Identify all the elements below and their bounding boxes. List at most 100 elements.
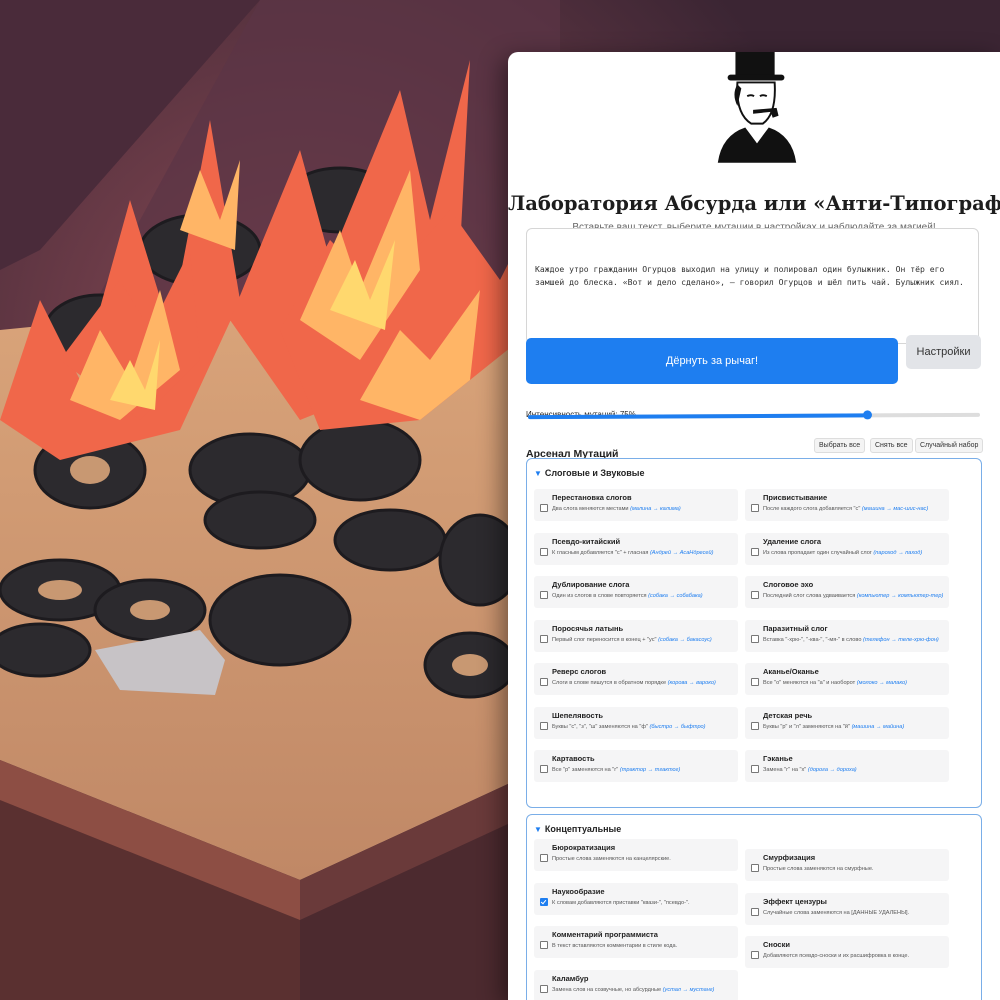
settings-button[interactable]: Настройки bbox=[906, 335, 981, 369]
mutation-description: Буквы "с", "з", "ш" заменяются на "ф" (б… bbox=[552, 724, 706, 730]
mutation-name: Сноски bbox=[763, 940, 790, 949]
mutation-checkbox[interactable] bbox=[751, 591, 759, 599]
mutation-description-text: Слоги в слове пишутся в обратном порядке bbox=[552, 680, 667, 686]
mutation-option[interactable]: Бюрократизация Простые слова заменяются н… bbox=[534, 839, 738, 871]
mutation-checkbox[interactable] bbox=[540, 591, 548, 599]
mutation-checkbox[interactable] bbox=[751, 678, 759, 686]
mutation-description: Все "о" меняются на "а" и наоборот (моло… bbox=[763, 680, 907, 686]
mutation-name: Комментарий программиста bbox=[552, 930, 658, 939]
mutation-option[interactable]: Слоговое эхо Последний слог слова удваива… bbox=[745, 576, 949, 608]
mutation-option[interactable]: Каламбур Замена слов на созвучные, но абс… bbox=[534, 969, 738, 1000]
mutation-description-text: Два слога меняются местами bbox=[552, 506, 629, 512]
mutation-example: (малина → калима) bbox=[630, 506, 681, 512]
mutation-checkbox[interactable] bbox=[540, 854, 548, 862]
mutation-checkbox[interactable] bbox=[751, 907, 759, 916]
mutation-checkbox[interactable] bbox=[540, 984, 548, 993]
mutation-description: Первый слог переносится в конец + "ус" (… bbox=[552, 637, 712, 643]
mutation-description-text: Замена слов на созвучные, но абсурдные bbox=[552, 986, 662, 993]
text-input[interactable]: Каждое утро гражданин Огурцов выходил на… bbox=[526, 228, 979, 344]
mutation-checkbox[interactable] bbox=[751, 547, 759, 556]
intensity-slider-thumb[interactable] bbox=[862, 410, 873, 420]
mutation-checkbox[interactable] bbox=[540, 547, 548, 556]
mutation-name: Картавость bbox=[552, 754, 595, 763]
mutation-checkbox[interactable] bbox=[751, 951, 759, 959]
mutation-option[interactable]: Аканье/Оканье Все "о" меняются на "а" и н… bbox=[745, 663, 949, 695]
mutation-checkbox[interactable] bbox=[751, 721, 759, 730]
section-toggle[interactable]: ▼ Слоговые и Звуковые bbox=[534, 468, 644, 478]
mutation-description-text: Первый слог переносится в конец + "ус" bbox=[552, 636, 657, 643]
mutation-option[interactable]: Наукообразие К словам добавляются пристав… bbox=[534, 882, 738, 915]
mutation-name: Слоговое эхо bbox=[763, 580, 814, 589]
mutation-example: (Андрей → АсаНдресей) bbox=[649, 549, 714, 556]
app-panel: Лаборатория Абсурда или «Анти-Типограф» … bbox=[508, 52, 1000, 1000]
mutation-section: ▼ Концептуальные Бюрократизация Простые сло… bbox=[526, 814, 982, 1000]
mutation-option[interactable]: Реверс слогов Слоги в слове пишутся в обр… bbox=[534, 663, 738, 695]
mutation-option[interactable]: Картавость Все "р" заменяются на "г" (тра… bbox=[534, 750, 738, 782]
mutation-checkbox[interactable] bbox=[751, 765, 759, 773]
mutation-checkbox[interactable] bbox=[751, 504, 759, 512]
select-all-button[interactable]: Выбрать все bbox=[814, 438, 866, 453]
mutation-option[interactable]: Эффект цензуры Случайные слова заменяются… bbox=[745, 892, 949, 925]
mutation-description: Замена "г" на "х" (дорога → дороха) bbox=[763, 767, 857, 773]
collapse-triangle-icon: ▼ bbox=[534, 469, 542, 478]
mutation-checkbox[interactable] bbox=[540, 897, 548, 906]
mutation-example: (быстро → быфтро) bbox=[649, 723, 706, 730]
mutation-name: Гэканье bbox=[763, 754, 793, 763]
mutation-example: (машина → майина) bbox=[851, 723, 905, 730]
mutation-example: (машина → мас-шис-нас) bbox=[861, 506, 929, 512]
mutation-checkbox[interactable] bbox=[751, 864, 759, 872]
mutation-checkbox[interactable] bbox=[540, 721, 548, 730]
mutation-name: Эффект цензуры bbox=[763, 896, 827, 906]
mutation-description-text: Все "о" меняются на "а" и наоборот bbox=[763, 680, 856, 686]
mutation-option[interactable]: Поросячья латынь Первый слог переносится … bbox=[534, 619, 738, 652]
mutation-description-text: Последний слог слова удваивается bbox=[763, 593, 856, 599]
mutation-option[interactable]: Удаление слога Из слова пропадает один сл… bbox=[745, 532, 949, 565]
mutation-description-text: К словам добавляются приставки "квази-",… bbox=[552, 899, 690, 906]
mutation-description-text: Буквы "р" и "л" заменяются на "й" bbox=[763, 723, 850, 730]
mutation-description: Все "р" заменяются на "г" (трактор → тга… bbox=[552, 767, 680, 773]
mutation-checkbox[interactable] bbox=[540, 634, 548, 643]
mutation-example: (трактор → тгактог) bbox=[619, 767, 681, 773]
pull-lever-button[interactable]: Дёрнуть за рычаг! bbox=[526, 338, 898, 384]
collapse-triangle-icon: ▼ bbox=[534, 825, 542, 834]
mutation-name: Бюрократизация bbox=[552, 843, 616, 852]
mutation-name: Перестановка слогов bbox=[552, 493, 632, 502]
mutation-name: Псевдо-китайский bbox=[552, 536, 621, 546]
mutation-description: Буквы "р" и "л" заменяются на "й" (машин… bbox=[763, 724, 904, 730]
mutation-checkbox[interactable] bbox=[751, 634, 759, 643]
page-title: Лаборатория Абсурда или «Анти-Типограф» bbox=[508, 192, 1000, 215]
mutation-example: (компьютер → компьютер-тер) bbox=[856, 593, 944, 599]
mutation-option[interactable]: Гэканье Замена "г" на "х" (дорога → дорох… bbox=[745, 750, 949, 782]
gentleman-logo bbox=[717, 52, 797, 163]
mutation-section: ▼ Слоговые и Звуковые Перестановка слогов Д… bbox=[526, 458, 982, 808]
mutation-name: Шепелявость bbox=[552, 710, 603, 720]
deselect-all-button[interactable]: Снять все bbox=[870, 438, 913, 453]
mutation-option[interactable]: Комментарий программиста В текст вставляю… bbox=[534, 926, 738, 958]
mutation-example: (устал → мустанг) bbox=[662, 986, 715, 993]
mutation-description: Простые слова заменяются на канцелярские… bbox=[552, 856, 671, 862]
mutation-option[interactable]: Смурфизация Простые слова заменяются на с… bbox=[745, 849, 949, 881]
mutation-option[interactable]: Присвистывание После каждого слога добавл… bbox=[745, 489, 949, 521]
mutation-option[interactable]: Псевдо-китайский К гласным добавляется "с… bbox=[534, 532, 738, 565]
mutation-option[interactable]: Дублирование слога Один из слогов в слове… bbox=[534, 576, 738, 608]
mutation-option[interactable]: Детская речь Буквы "р" и "л" заменяются н… bbox=[745, 706, 949, 739]
mutation-description-text: В текст вставляются комментарии в стиле … bbox=[552, 943, 678, 949]
mutation-description: Два слога меняются местами (малина → кал… bbox=[552, 506, 681, 512]
mutation-option[interactable]: Сноски Добавляются псевдо-сноски и их рас… bbox=[745, 936, 949, 968]
mutation-name: Аканье/Оканье bbox=[763, 667, 819, 676]
mutation-description-text: Буквы "с", "з", "ш" заменяются на "ф" bbox=[552, 723, 648, 730]
mutation-description-text: Замена "г" на "х" bbox=[763, 767, 807, 773]
mutation-checkbox[interactable] bbox=[540, 504, 548, 512]
section-toggle[interactable]: ▼ Концептуальные bbox=[534, 824, 621, 834]
mutation-checkbox[interactable] bbox=[540, 941, 548, 949]
mutation-option[interactable]: Шепелявость Буквы "с", "з", "ш" заменяютс… bbox=[534, 706, 738, 739]
mutation-description: Случайные слова заменяются на [ДАННЫЕ УД… bbox=[763, 910, 909, 916]
mutation-description: В текст вставляются комментарии в стиле … bbox=[552, 943, 677, 949]
mutation-option[interactable]: Перестановка слогов Два слога меняются ме… bbox=[534, 489, 738, 521]
random-set-button[interactable]: Случайный набор bbox=[915, 438, 984, 453]
mutation-example: (телефон → теле-хрю-фон) bbox=[863, 636, 939, 643]
mutation-option[interactable]: Паразитный слог Вставка "-хрю-", "-ква-",… bbox=[745, 619, 949, 652]
mutation-checkbox[interactable] bbox=[540, 765, 548, 773]
mutation-checkbox[interactable] bbox=[540, 678, 548, 686]
mutation-description-text: К гласным добавляется "с" + гласная bbox=[552, 549, 649, 556]
